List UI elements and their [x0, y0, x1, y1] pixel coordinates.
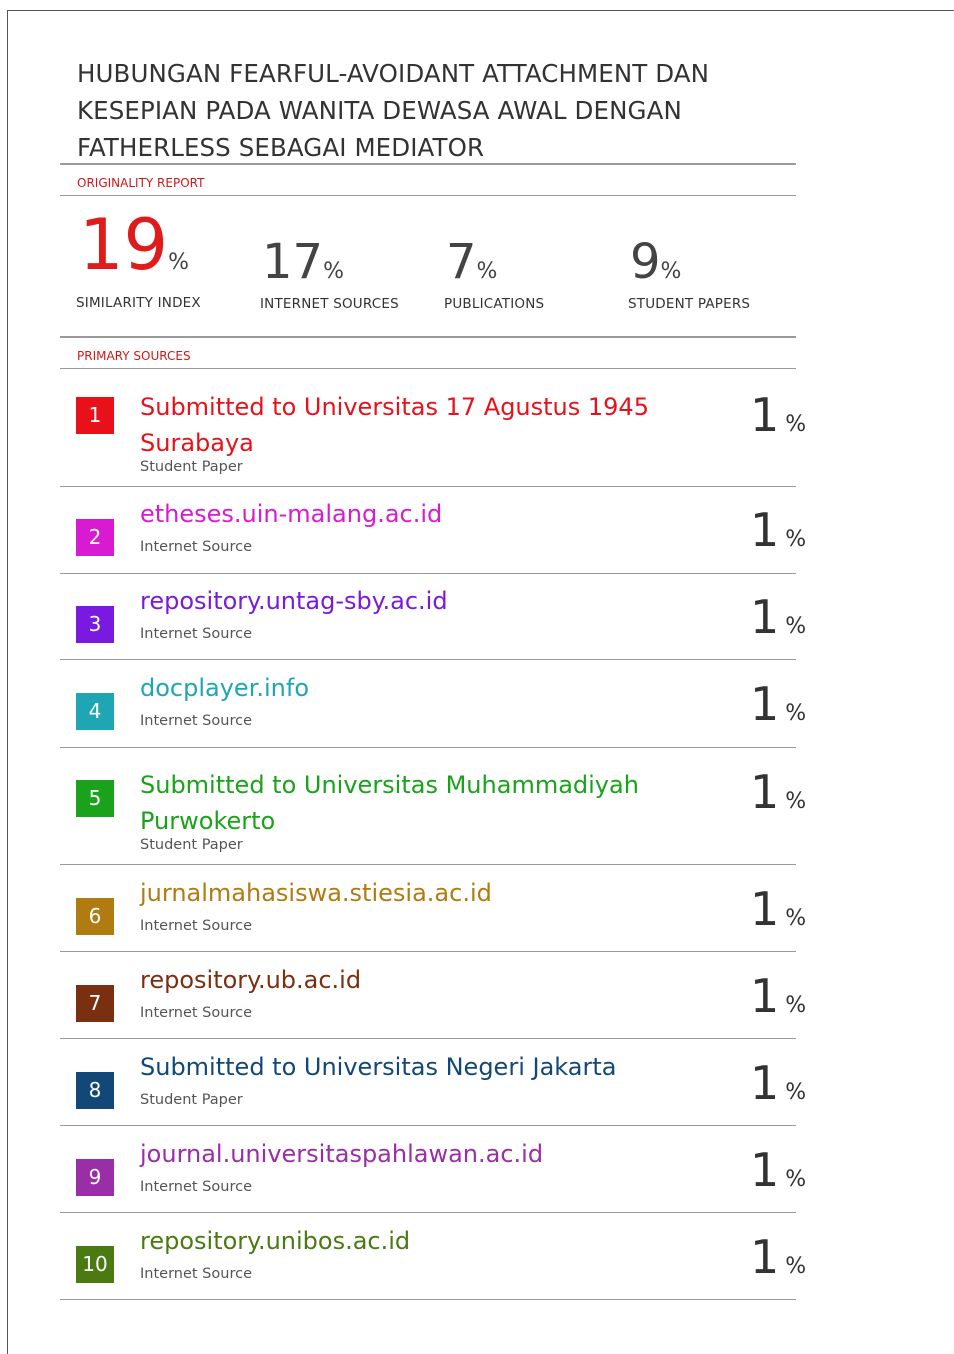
internet-sources-stat: 17% INTERNET SOURCES	[260, 232, 399, 312]
source-percent-value: 1	[750, 503, 780, 557]
source-type: Internet Source	[140, 1266, 252, 1282]
source-percent-value: 1	[750, 590, 780, 644]
source-badge: 3	[76, 606, 114, 643]
source-row-8: 8 Submitted to Universitas Negeri Jakart…	[60, 1039, 806, 1125]
source-row-10: 10 repository.unibos.ac.id Internet Sour…	[60, 1213, 806, 1299]
source-percent: 1%	[750, 507, 806, 553]
source-percent-value: 1	[750, 1230, 780, 1284]
source-percent-value: 1	[750, 882, 780, 936]
student-papers-unit: %	[660, 259, 682, 284]
publications-value: 7	[446, 234, 477, 290]
source-badge: 5	[76, 780, 114, 817]
source-percent-value: 1	[750, 677, 780, 731]
source-percent-unit: %	[785, 701, 807, 726]
student-papers-value: 9	[630, 234, 661, 290]
source-badge: 6	[76, 898, 114, 935]
source-row-7: 7 repository.ub.ac.id Internet Source 1%	[60, 952, 806, 1038]
source-percent-unit: %	[785, 1080, 807, 1105]
source-percent-unit: %	[785, 412, 807, 437]
source-percent: 1%	[750, 681, 806, 727]
source-row-3: 3 repository.untag-sby.ac.id Internet So…	[60, 574, 806, 660]
source-percent: 1%	[750, 594, 806, 640]
source-percent-value: 1	[750, 765, 780, 819]
source-row-1: 1 Submitted to Universitas 17 Agustus 19…	[60, 370, 806, 486]
similarity-index-value: 19	[79, 204, 169, 286]
row-divider	[60, 1299, 796, 1300]
source-badge: 1	[76, 397, 114, 434]
source-title[interactable]: Submitted to Universitas 17 Agustus 1945…	[140, 389, 700, 461]
source-percent-value: 1	[750, 969, 780, 1023]
publications-stat: 7% PUBLICATIONS	[444, 232, 544, 312]
title-divider	[60, 163, 796, 165]
originality-report-label: ORIGINALITY REPORT	[77, 176, 205, 190]
source-badge: 2	[76, 519, 114, 556]
similarity-index-unit: %	[168, 250, 189, 275]
source-type: Internet Source	[140, 1005, 252, 1021]
source-percent: 1%	[750, 1147, 806, 1193]
source-title[interactable]: repository.unibos.ac.id	[140, 1223, 700, 1259]
source-row-5: 5 Submitted to Universitas Muhammadiyah …	[60, 748, 806, 864]
originality-divider	[60, 195, 796, 196]
internet-sources-value: 17	[262, 234, 324, 290]
source-percent: 1%	[750, 973, 806, 1019]
similarity-index-label: SIMILARITY INDEX	[76, 295, 201, 311]
source-row-6: 6 jurnalmahasiswa.stiesia.ac.id Internet…	[60, 865, 806, 951]
source-title[interactable]: jurnalmahasiswa.stiesia.ac.id	[140, 875, 700, 911]
source-title[interactable]: journal.universitaspahlawan.ac.id	[140, 1136, 700, 1172]
source-percent-unit: %	[785, 1167, 807, 1192]
internet-sources-unit: %	[323, 259, 344, 284]
source-type: Internet Source	[140, 626, 252, 642]
source-type: Internet Source	[140, 1179, 252, 1195]
source-title[interactable]: Submitted to Universitas Negeri Jakarta	[140, 1049, 700, 1085]
source-percent-value: 1	[750, 1143, 780, 1197]
source-title[interactable]: Submitted to Universitas Muhammadiyah Pu…	[140, 767, 700, 839]
source-type: Student Paper	[140, 459, 243, 475]
source-percent-unit: %	[785, 993, 807, 1018]
source-percent-unit: %	[785, 906, 807, 931]
source-percent: 1%	[750, 392, 806, 438]
source-percent-value: 1	[750, 388, 780, 442]
source-type: Student Paper	[140, 837, 243, 853]
similarity-index-stat: 19% SIMILARITY INDEX	[76, 204, 201, 311]
source-badge: 10	[76, 1246, 114, 1283]
source-percent-unit: %	[785, 1254, 807, 1279]
source-percent: 1%	[750, 1234, 806, 1280]
source-type: Student Paper	[140, 1092, 243, 1108]
source-row-4: 4 docplayer.info Internet Source 1%	[60, 660, 806, 747]
student-papers-label: STUDENT PAPERS	[628, 296, 751, 312]
source-percent-unit: %	[785, 527, 807, 552]
source-percent-value: 1	[750, 1056, 780, 1110]
internet-sources-label: INTERNET SOURCES	[260, 296, 399, 312]
student-papers-stat: 9% STUDENT PAPERS	[628, 232, 750, 312]
source-title[interactable]: repository.untag-sby.ac.id	[140, 583, 700, 619]
source-badge: 4	[76, 693, 114, 730]
stats-divider	[60, 336, 796, 338]
source-percent: 1%	[750, 1060, 806, 1106]
source-type: Internet Source	[140, 539, 252, 555]
source-title[interactable]: repository.ub.ac.id	[140, 962, 700, 998]
document-title: HUBUNGAN FEARFUL-AVOIDANT ATTACHMENT DAN…	[77, 59, 710, 162]
source-percent-unit: %	[785, 614, 807, 639]
source-badge: 8	[76, 1072, 114, 1109]
source-row-9: 9 journal.universitaspahlawan.ac.id Inte…	[60, 1126, 806, 1212]
primary-sources-label: PRIMARY SOURCES	[77, 349, 191, 363]
source-badge: 7	[76, 985, 114, 1022]
source-type: Internet Source	[140, 918, 252, 934]
source-percent: 1%	[750, 886, 806, 932]
source-row-2: 2 etheses.uin-malang.ac.id Internet Sour…	[60, 487, 806, 573]
source-badge: 9	[76, 1159, 114, 1196]
source-percent-unit: %	[785, 789, 807, 814]
source-percent: 1%	[750, 769, 806, 815]
primary-sources-divider	[60, 368, 796, 369]
source-title[interactable]: etheses.uin-malang.ac.id	[140, 496, 700, 532]
publications-unit: %	[476, 259, 498, 284]
source-title[interactable]: docplayer.info	[140, 670, 700, 706]
publications-label: PUBLICATIONS	[444, 296, 545, 312]
source-type: Internet Source	[140, 713, 252, 729]
